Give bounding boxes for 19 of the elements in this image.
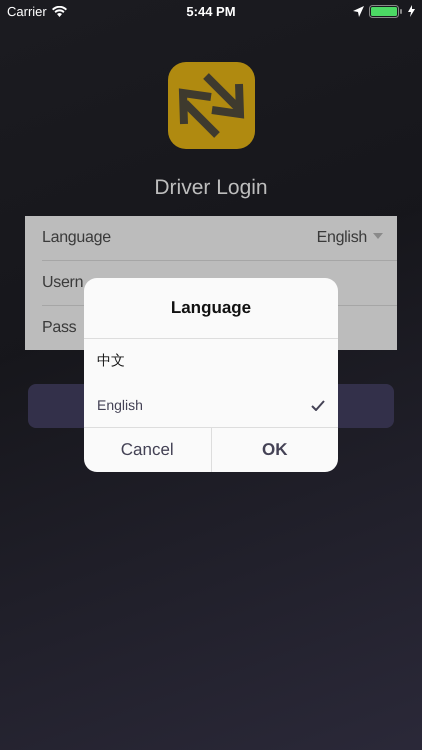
- field-label: Language: [42, 229, 111, 247]
- wifi-icon: [52, 6, 67, 16]
- field-label: Usern: [42, 274, 84, 292]
- app-logo-icon: [168, 62, 254, 149]
- language-option[interactable]: English: [84, 383, 338, 427]
- location-arrow-icon: [352, 6, 364, 16]
- cancel-button[interactable]: Cancel: [84, 428, 212, 472]
- ok-button[interactable]: OK: [212, 428, 338, 472]
- dropdown-caret-icon: [373, 233, 383, 239]
- battery-icon: [368, 4, 403, 18]
- language-option[interactable]: 中文: [84, 339, 338, 383]
- language-select[interactable]: English: [316, 229, 383, 247]
- carrier-label: Carrier: [7, 4, 47, 18]
- clock-time: 5:44 PM: [186, 4, 236, 18]
- field-label: Pass: [42, 319, 76, 337]
- charging-bolt-icon: [408, 5, 415, 17]
- page-title: Driver Login: [153, 176, 269, 200]
- checkmark-icon: [311, 400, 325, 410]
- dialog-title: Language: [84, 278, 338, 339]
